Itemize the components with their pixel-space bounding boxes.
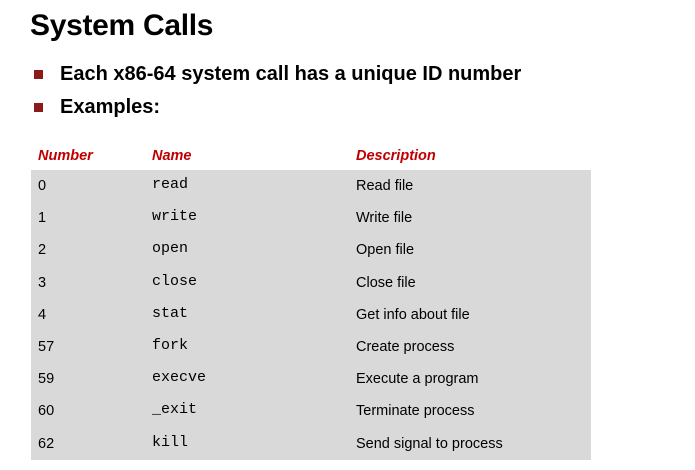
syscall-name-cell: read xyxy=(145,170,349,203)
syscall-number-cell: 59 xyxy=(31,363,145,396)
bullet-item-unique-id: Each x86-64 system call has a unique ID … xyxy=(34,58,521,91)
table-row: 2 open Open file xyxy=(31,234,591,267)
syscall-name-cell: stat xyxy=(145,298,349,331)
bullet-text: Examples: xyxy=(60,96,161,118)
syscall-description-cell: Write file xyxy=(349,202,591,235)
table-row: 4 stat Get info about file xyxy=(31,298,591,331)
table-header-row: Number Name Description xyxy=(31,142,591,170)
table-row: 59 execve Execute a program xyxy=(31,363,591,396)
syscall-name-cell: write xyxy=(145,202,349,235)
header-name: Name xyxy=(152,148,192,164)
syscall-number-cell: 1 xyxy=(31,202,145,235)
table-row: 57 fork Create process xyxy=(31,330,591,364)
table-row: 1 write Write file xyxy=(31,202,591,235)
syscall-description-cell: Get info about file xyxy=(349,298,591,331)
slide-title: System Calls xyxy=(30,9,214,42)
header-description: Description xyxy=(356,148,436,164)
table-row: 60 _exit Terminate process xyxy=(31,395,591,428)
syscall-name-cell: open xyxy=(145,234,349,267)
bullet-text: Each x86-64 system call has a unique ID … xyxy=(60,63,522,85)
syscall-name-cell: execve xyxy=(145,363,349,396)
table-row: 3 close Close file xyxy=(31,266,591,299)
syscall-description-cell: Terminate process xyxy=(349,395,591,428)
bullet-item-examples: Examples: xyxy=(34,91,521,124)
syscall-number-cell: 2 xyxy=(31,234,145,267)
syscall-name-cell: kill xyxy=(145,427,349,460)
syscall-number-cell: 62 xyxy=(31,427,145,460)
syscall-description-cell: Close file xyxy=(349,266,591,299)
syscall-description-cell: Read file xyxy=(349,170,591,203)
syscall-description-cell: Create process xyxy=(349,330,591,364)
syscall-number-cell: 60 xyxy=(31,395,145,428)
bullet-list: Each x86-64 system call has a unique ID … xyxy=(34,58,521,124)
table-row: 0 read Read file xyxy=(31,170,591,203)
table-body: 0 read Read file 1 write Write file 2 open Open … xyxy=(31,170,591,460)
syscall-description-cell: Open file xyxy=(349,234,591,267)
table-row: 62 kill Send signal to process xyxy=(31,427,591,460)
syscall-description-cell: Send signal to process xyxy=(349,427,591,460)
syscall-name-cell: fork xyxy=(145,330,349,364)
syscall-name-cell: close xyxy=(145,266,349,299)
syscall-number-cell: 4 xyxy=(31,298,145,331)
syscall-number-cell: 57 xyxy=(31,330,145,364)
syscall-number-cell: 3 xyxy=(31,266,145,299)
square-bullet-icon xyxy=(34,70,43,79)
square-bullet-icon xyxy=(34,103,43,112)
header-number: Number xyxy=(38,148,93,164)
syscall-name-cell: _exit xyxy=(145,395,349,428)
syscall-table: Number Name Description 0 read Read file 1 w… xyxy=(31,142,591,460)
syscall-description-cell: Execute a program xyxy=(349,363,591,396)
syscall-number-cell: 0 xyxy=(31,170,145,203)
